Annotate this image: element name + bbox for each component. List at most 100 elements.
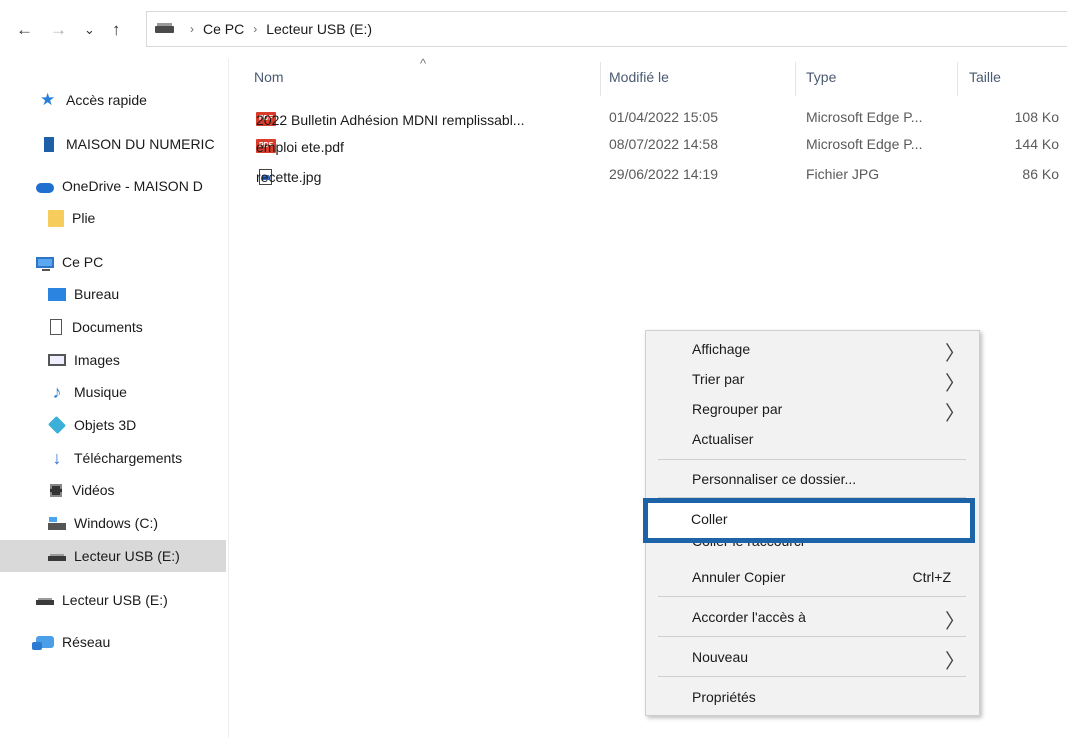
building-icon	[44, 136, 54, 152]
address-bar[interactable]: › Ce PC › Lecteur USB (E:)	[146, 11, 1067, 47]
menu-item-label: Affichage	[692, 341, 751, 357]
sidebar-item-label: Bureau	[74, 286, 120, 302]
usb-drive-icon	[48, 548, 66, 564]
folder-icon	[48, 209, 64, 227]
sidebar-item-bureau[interactable]: Bureau	[0, 278, 274, 310]
usb-drive-icon	[36, 592, 54, 608]
file-name: 2022 Bulletin Adhésion MDNI remplissabl.…	[256, 112, 525, 128]
recent-locations-icon[interactable]: ⌄	[84, 20, 95, 40]
breadcrumb-usb-drive[interactable]: Lecteur USB (E:)	[266, 21, 372, 37]
sidebar-item-videos[interactable]: Vidéos	[0, 474, 274, 506]
file-modified: 08/07/2022 14:58	[609, 136, 718, 152]
sidebar-item-usb-e-selected[interactable]: Lecteur USB (E:)	[0, 540, 226, 572]
menu-item-label: Personnaliser ce dossier...	[692, 471, 857, 487]
sidebar-item-label: Documents	[72, 319, 143, 335]
sidebar-item-label: Objets 3D	[74, 417, 137, 433]
usb-drive-icon	[155, 23, 174, 33]
sidebar-item-label: OneDrive - MAISON D	[62, 178, 203, 194]
column-header-name[interactable]: Nom	[254, 69, 284, 85]
chevron-right-icon[interactable]: ›	[253, 22, 257, 36]
column-divider[interactable]	[600, 62, 601, 96]
windows-drive-icon	[48, 516, 66, 530]
menu-item-label: Nouveau	[692, 649, 749, 665]
file-type: Microsoft Edge P...	[806, 136, 923, 152]
download-icon: ↓	[52, 448, 62, 468]
file-modified: 01/04/2022 15:05	[609, 109, 718, 125]
file-type: Fichier JPG	[806, 166, 880, 182]
breadcrumb: › Ce PC › Lecteur USB (E:)	[181, 21, 372, 37]
star-icon: ★	[40, 90, 56, 109]
column-divider[interactable]	[957, 62, 958, 96]
sidebar-item-usb-e[interactable]: Lecteur USB (E:)	[0, 584, 262, 616]
sidebar-item-label: Lecteur USB (E:)	[62, 592, 168, 608]
navigation-pane: ★ Accès rapide MAISON DU NUMERIC OneDriv…	[0, 58, 229, 738]
menu-separator	[658, 596, 966, 597]
menu-item-coller[interactable]: Coller	[643, 498, 975, 543]
forward-arrow-icon[interactable]: →	[50, 20, 67, 40]
sidebar-item-plie[interactable]: Plie	[0, 202, 274, 234]
sidebar-item-onedrive[interactable]: OneDrive - MAISON D	[0, 170, 262, 202]
column-divider[interactable]	[795, 62, 796, 96]
chevron-right-icon: 〉	[945, 341, 965, 365]
sidebar-item-images[interactable]: Images	[0, 344, 274, 376]
sidebar-item-telechargements[interactable]: ↓ Téléchargements	[0, 442, 274, 474]
back-arrow-icon[interactable]: ←	[16, 20, 33, 40]
menu-item-label: Actualiser	[692, 431, 754, 447]
menu-separator	[658, 676, 966, 677]
menu-separator	[658, 636, 966, 637]
desktop-icon	[48, 287, 66, 301]
menu-separator	[658, 459, 966, 460]
menu-item-affichage[interactable]: Affichage 〉	[646, 335, 979, 365]
menu-item-actualiser[interactable]: Actualiser	[646, 425, 979, 453]
sidebar-item-maison-du-numeric[interactable]: MAISON DU NUMERIC	[0, 128, 266, 160]
music-icon: ♪	[52, 382, 62, 402]
menu-item-proprietes[interactable]: Propriétés	[646, 683, 979, 711]
sidebar-item-label: MAISON DU NUMERIC	[66, 136, 215, 152]
chevron-right-icon: 〉	[945, 609, 965, 633]
sidebar-item-label: Plie	[72, 210, 96, 226]
file-row[interactable]: PDF 2022 Bulletin Adhésion MDNI remplissa…	[240, 106, 1067, 130]
sidebar-item-reseau[interactable]: Réseau	[0, 626, 262, 658]
sidebar-item-ce-pc[interactable]: Ce PC	[0, 246, 262, 278]
sidebar-item-label: Vidéos	[72, 482, 115, 498]
menu-item-personnaliser[interactable]: Personnaliser ce dossier...	[646, 465, 979, 493]
sidebar-item-label: Ce PC	[62, 254, 104, 270]
sidebar-item-documents[interactable]: Documents	[0, 311, 274, 343]
column-header-size[interactable]: Taille	[969, 69, 1001, 85]
sidebar-item-label: Lecteur USB (E:)	[74, 548, 180, 564]
sidebar-item-label: Musique	[74, 384, 127, 400]
cloud-icon	[36, 183, 54, 193]
chevron-right-icon: 〉	[945, 401, 965, 425]
file-row[interactable]: recette.jpg 29/06/2022 14:19 Fichier JPG…	[240, 163, 1067, 187]
navigation-bar: ← → ⌄ ↑ › Ce PC › Lecteur USB (E:)	[0, 0, 1067, 58]
file-row[interactable]: PDF emploi ete.pdf 08/07/2022 14:58 Micro…	[240, 133, 1067, 157]
sidebar-item-musique[interactable]: ♪ Musique	[0, 376, 274, 408]
menu-item-label: Propriétés	[692, 689, 756, 705]
breadcrumb-ce-pc[interactable]: Ce PC	[203, 21, 244, 37]
images-icon	[48, 354, 66, 366]
sidebar-item-label: Téléchargements	[74, 450, 183, 466]
menu-item-label: Trier par	[692, 371, 745, 387]
menu-item-annuler-copier[interactable]: Annuler Copier Ctrl+Z	[646, 563, 979, 591]
sort-up-icon: ^	[420, 56, 427, 71]
sidebar-item-objets-3d[interactable]: Objets 3D	[0, 409, 274, 441]
column-header-modified[interactable]: Modifié le	[609, 69, 669, 85]
file-type: Microsoft Edge P...	[806, 109, 923, 125]
chevron-right-icon: 〉	[945, 649, 965, 673]
chevron-right-icon: 〉	[945, 371, 965, 395]
menu-item-nouveau[interactable]: Nouveau 〉	[646, 643, 979, 673]
sidebar-item-windows-c[interactable]: Windows (C:)	[0, 507, 274, 539]
network-icon	[32, 636, 54, 650]
menu-shortcut: Ctrl+Z	[912, 569, 952, 585]
chevron-right-icon[interactable]: ›	[190, 22, 194, 36]
menu-item-regrouper-par[interactable]: Regrouper par 〉	[646, 395, 979, 425]
file-size: 108 Ko	[1014, 109, 1059, 125]
file-size: 144 Ko	[1014, 136, 1059, 152]
sidebar-item-label: Accès rapide	[66, 92, 147, 108]
menu-item-accorder-acces[interactable]: Accorder l'accès à 〉	[646, 603, 979, 633]
file-modified: 29/06/2022 14:19	[609, 166, 718, 182]
up-arrow-icon[interactable]: ↑	[112, 20, 121, 40]
menu-item-trier-par[interactable]: Trier par 〉	[646, 365, 979, 395]
column-header-type[interactable]: Type	[806, 69, 836, 85]
sidebar-item-quick-access[interactable]: ★ Accès rapide	[0, 84, 266, 116]
